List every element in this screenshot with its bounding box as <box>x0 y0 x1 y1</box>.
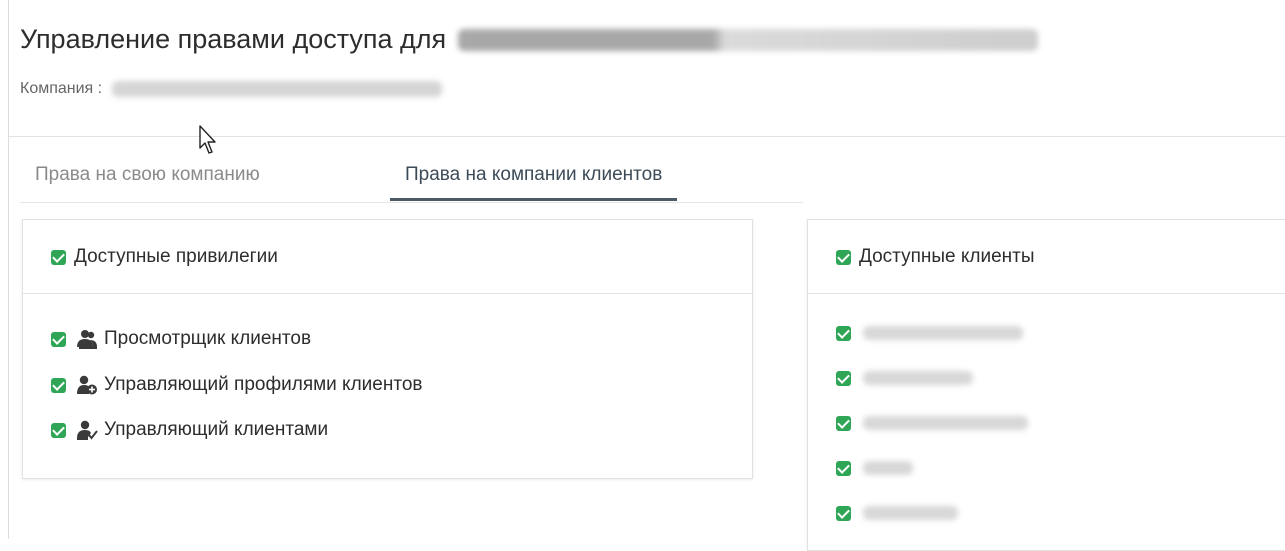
page-title-row: Управление правами доступа для <box>20 24 1039 55</box>
redacted-company-name <box>112 81 443 97</box>
company-label: Компания : <box>20 80 103 97</box>
redacted-client-name <box>863 371 973 385</box>
client-item[interactable] <box>836 456 1028 480</box>
client-item[interactable] <box>836 321 1028 345</box>
clients-header-label: Доступные клиенты <box>859 246 1035 267</box>
window-left-border <box>8 0 9 539</box>
page-header: Управление правами доступа для Компания … <box>20 0 1285 136</box>
privilege-label: Просмотрщик клиентов <box>104 328 312 349</box>
client-checkbox[interactable] <box>836 370 851 386</box>
tab-bar-line <box>20 202 803 203</box>
privilege-checkbox[interactable] <box>51 422 66 438</box>
privilege-checkbox[interactable] <box>51 377 66 393</box>
client-checkbox[interactable] <box>836 505 851 521</box>
clients-select-all-row[interactable]: Доступные клиенты <box>836 246 1035 268</box>
user-check-icon <box>77 420 98 440</box>
client-item[interactable] <box>836 501 1028 525</box>
tab-client-company-rights[interactable]: Права на компании клиентов <box>390 155 678 201</box>
client-checkbox[interactable] <box>836 460 851 476</box>
privilege-item-profile-manager[interactable]: Управляющий профилями клиентов <box>51 373 423 397</box>
redacted-client-name <box>863 326 1023 340</box>
page-title: Управление правами доступа для <box>20 24 447 54</box>
tab-own-company-rights[interactable]: Права на свою компанию <box>20 155 275 201</box>
tab-bar: Права на свою компанию Права на компании… <box>20 155 804 203</box>
redacted-user-name <box>458 28 1039 51</box>
client-checkbox[interactable] <box>836 325 851 341</box>
privileges-select-all-row[interactable]: Доступные привилегии <box>51 246 278 268</box>
user-add-icon <box>77 375 97 395</box>
privilege-label: Управляющий профилями клиентов <box>104 374 423 395</box>
privilege-checkbox[interactable] <box>51 331 66 347</box>
privilege-label: Управляющий клиентами <box>104 419 329 440</box>
privileges-list: Просмотрщик клиентов Управляющий профиля… <box>51 327 423 464</box>
client-checkbox[interactable] <box>836 415 851 431</box>
clients-panel-header: Доступные клиенты <box>808 220 1285 294</box>
client-item[interactable] <box>836 366 1028 390</box>
company-row: Компания : <box>20 80 443 98</box>
users-view-icon <box>77 330 97 349</box>
privileges-panel: Доступные привилегии Просмотрщик клиенто… <box>22 219 753 479</box>
privilege-item-client-manager[interactable]: Управляющий клиентами <box>51 418 423 442</box>
redacted-client-name <box>863 506 958 520</box>
privileges-header-label: Доступные привилегии <box>74 246 278 267</box>
privileges-panel-header: Доступные привилегии <box>23 220 752 294</box>
privilege-item-client-viewer[interactable]: Просмотрщик клиентов <box>51 327 423 351</box>
clients-select-all-checkbox[interactable] <box>836 249 851 265</box>
redacted-client-name <box>863 416 1028 430</box>
clients-panel: Доступные клиенты <box>807 219 1285 551</box>
privileges-select-all-checkbox[interactable] <box>51 249 66 265</box>
clients-list <box>836 321 1028 546</box>
client-item[interactable] <box>836 411 1028 435</box>
redacted-client-name <box>863 461 913 475</box>
mouse-cursor-icon <box>199 125 216 154</box>
